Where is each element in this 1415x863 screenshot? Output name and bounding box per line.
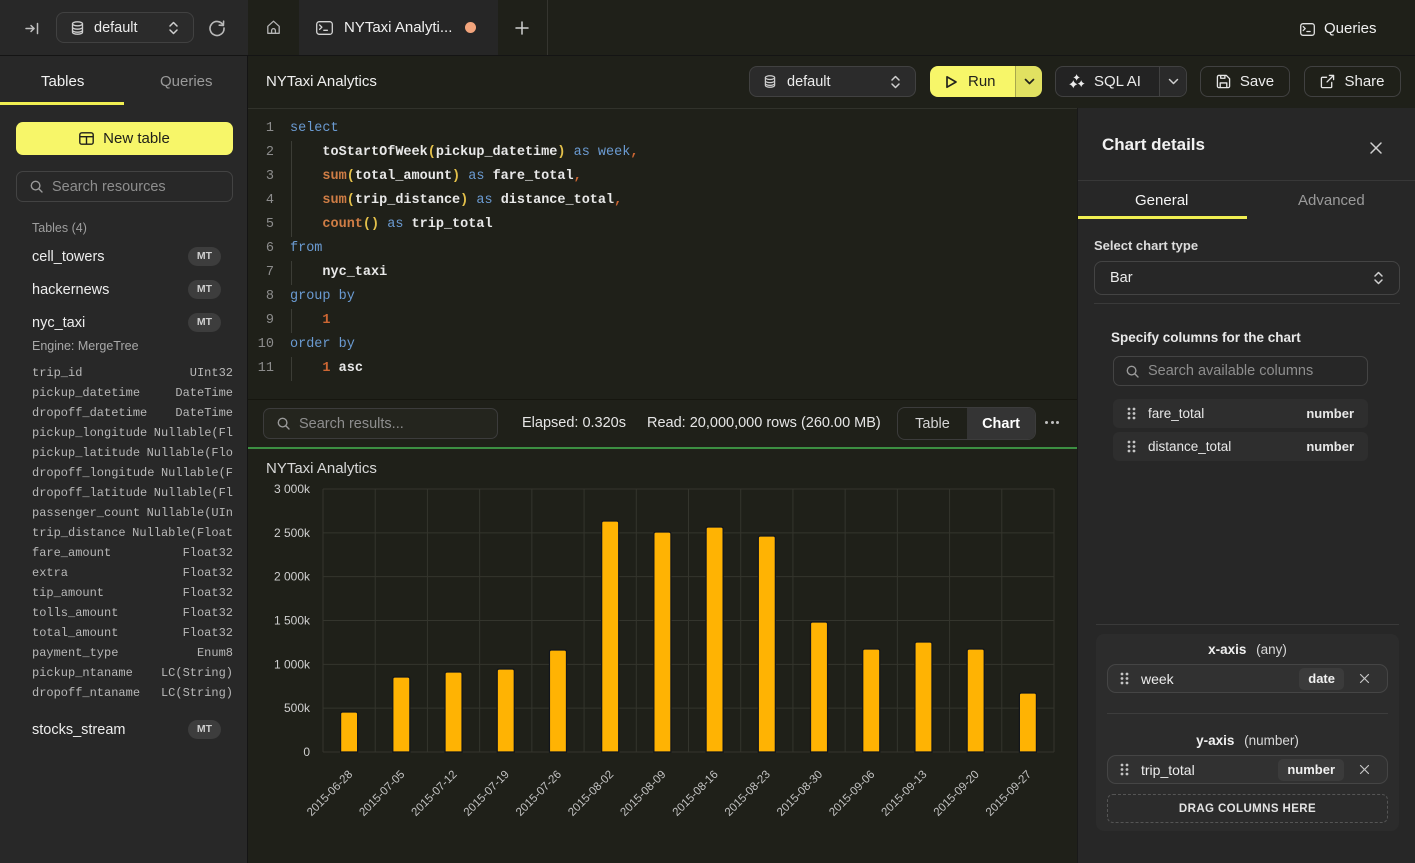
svg-text:2015-08-23: 2015-08-23	[723, 769, 773, 819]
svg-text:2015-07-05: 2015-07-05	[357, 769, 407, 819]
svg-text:2015-09-27: 2015-09-27	[984, 769, 1034, 819]
svg-text:1 500k: 1 500k	[274, 614, 311, 628]
svg-text:500k: 500k	[284, 701, 311, 715]
svg-text:2015-07-12: 2015-07-12	[410, 769, 460, 819]
svg-text:2015-09-13: 2015-09-13	[880, 769, 930, 819]
svg-text:2015-08-02: 2015-08-02	[566, 769, 616, 819]
svg-text:2015-09-20: 2015-09-20	[932, 769, 982, 819]
svg-text:2 000k: 2 000k	[274, 570, 311, 584]
svg-text:3 000k: 3 000k	[274, 482, 311, 496]
svg-text:2015-08-30: 2015-08-30	[775, 769, 825, 819]
svg-text:2015-07-19: 2015-07-19	[462, 769, 512, 819]
svg-text:2 500k: 2 500k	[274, 526, 311, 540]
svg-text:2015-08-09: 2015-08-09	[618, 769, 668, 819]
svg-text:0: 0	[303, 745, 310, 759]
svg-text:1 000k: 1 000k	[274, 657, 311, 671]
svg-text:2015-09-06: 2015-09-06	[827, 769, 877, 819]
svg-text:2015-07-26: 2015-07-26	[514, 769, 564, 819]
svg-text:2015-08-16: 2015-08-16	[671, 769, 721, 819]
svg-text:2015-06-28: 2015-06-28	[305, 769, 355, 819]
